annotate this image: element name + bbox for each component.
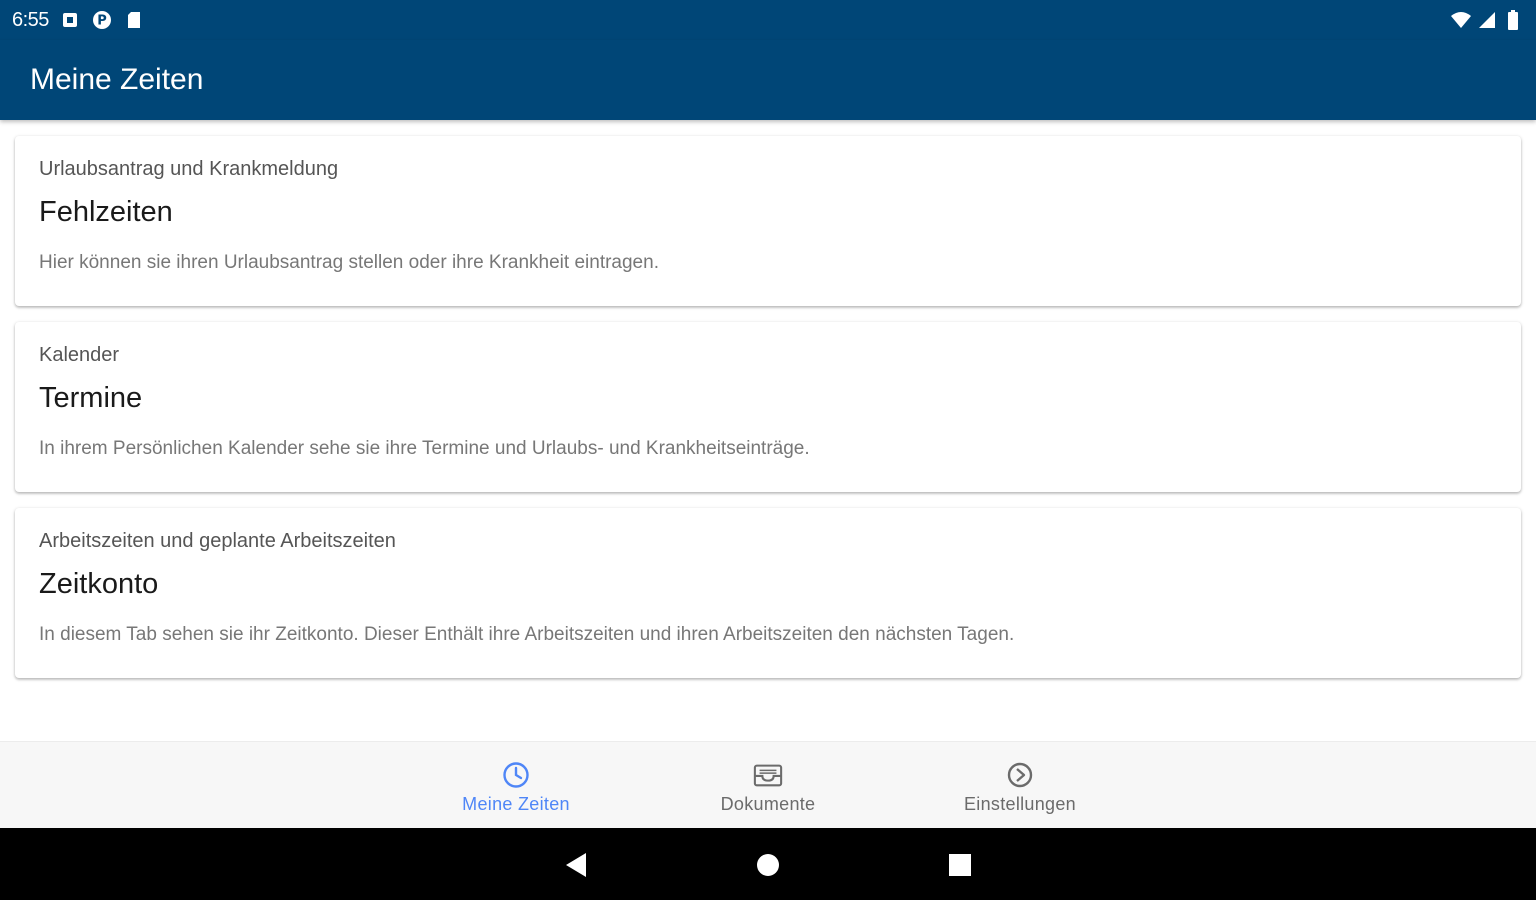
status-left: 6:55 P (12, 9, 145, 32)
sd-card-icon (123, 9, 145, 31)
card-overline: Urlaubsantrag und Krankmeldung (39, 158, 339, 180)
card-title: Termine (39, 382, 143, 414)
nav-tab-meine-zeiten[interactable]: Meine Zeiten (416, 760, 616, 820)
card-termine[interactable]: Kalender Termine In ihrem Persönlichen K… (15, 322, 1521, 492)
page-title: Meine Zeiten (30, 63, 204, 96)
signal-icon (1476, 9, 1498, 31)
card-description: In diesem Tab sehen sie ihr Zeitkonto. D… (39, 624, 1015, 645)
status-right (1450, 9, 1524, 31)
system-navigation-bar (0, 828, 1536, 900)
svg-text:P: P (97, 14, 107, 29)
wifi-icon (1450, 9, 1472, 31)
card-title: Fehlzeiten (39, 196, 173, 228)
nav-tab-einstellungen[interactable]: Einstellungen (920, 760, 1120, 820)
home-icon[interactable] (755, 852, 781, 878)
back-icon[interactable] (563, 852, 589, 878)
card-title: Zeitkonto (39, 568, 159, 600)
nav-tab-dokumente[interactable]: Dokumente (668, 760, 868, 820)
card-description: Hier können sie ihren Urlaubsantrag stel… (39, 252, 659, 273)
nav-label: Einstellungen (964, 794, 1076, 814)
status-time: 6:55 (12, 8, 49, 31)
card-description: In ihrem Persönlichen Kalender sehe sie … (39, 438, 810, 459)
card-list: Urlaubsantrag und Krankmeldung Fehlzeite… (15, 136, 1521, 694)
bottom-navigation: Meine Zeiten Dokumente Einstellungen (0, 741, 1536, 828)
card-fehlzeiten[interactable]: Urlaubsantrag und Krankmeldung Fehlzeite… (15, 136, 1521, 306)
status-bar: 6:55 P (0, 0, 1536, 40)
notification-icon (59, 9, 81, 31)
card-overline: Arbeitszeiten und geplante Arbeitszeiten (39, 530, 396, 552)
nav-label: Meine Zeiten (462, 794, 570, 814)
card-zeitkonto[interactable]: Arbeitszeiten und geplante Arbeitszeiten… (15, 508, 1521, 678)
clock-icon (501, 760, 531, 790)
settings-icon (1005, 760, 1035, 790)
inbox-icon (753, 760, 783, 790)
card-overline: Kalender (39, 344, 120, 366)
app-bar: Meine Zeiten (0, 40, 1536, 120)
recents-icon[interactable] (947, 852, 973, 878)
nav-label: Dokumente (720, 794, 816, 814)
p-icon: P (91, 9, 113, 31)
battery-icon (1502, 9, 1524, 31)
